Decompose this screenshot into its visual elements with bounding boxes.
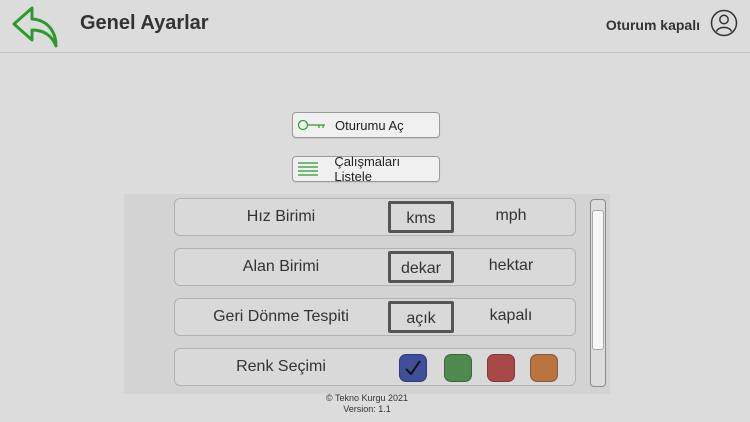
user-icon[interactable] [710, 9, 738, 37]
open-session-button[interactable]: Oturumu Aç [292, 112, 440, 138]
area-unit-label: Alan Birimi [242, 258, 320, 275]
copyright-text: © Tekno Kurgu 2021 [325, 393, 409, 403]
back-button[interactable] [10, 4, 62, 50]
reverse-detection-row: Geri Dönme Tespiti açık kapalı [174, 298, 576, 336]
reverse-option-off[interactable]: kapalı [467, 301, 555, 333]
color-swatch-orange[interactable] [530, 354, 558, 382]
top-bar: Genel Ayarlar Oturum kapalı [0, 0, 750, 53]
list-icon [297, 161, 326, 177]
scrollbar-thumb[interactable] [592, 210, 604, 350]
speed-unit-row: Hız Birimi kms mph [174, 198, 576, 236]
speed-option-mph[interactable]: mph [467, 201, 555, 233]
back-arrow-icon [12, 6, 58, 48]
color-swatch-blue[interactable] [399, 354, 427, 382]
color-swatch-red[interactable] [487, 354, 515, 382]
color-swatch-green[interactable] [444, 354, 472, 382]
session-status: Oturum kapalı [605, 17, 700, 33]
reverse-detection-label: Geri Dönme Tespiti [213, 308, 349, 325]
speed-option-kms[interactable]: kms [388, 201, 454, 233]
area-option-dekar[interactable]: dekar [388, 251, 454, 283]
checkmark-icon [405, 360, 421, 375]
version-text: Version: 1.1 [343, 404, 391, 414]
color-selection-row: Renk Seçimi [174, 348, 576, 386]
footer: © Tekno Kurgu 2021 Version: 1.1 [290, 393, 444, 415]
page-title: Genel Ayarlar [80, 12, 209, 34]
open-session-label: Oturumu Aç [335, 117, 404, 133]
list-works-button[interactable]: Çalışmaları Listele [292, 154, 440, 184]
list-works-label: Çalışmaları Listele [334, 154, 401, 184]
reverse-option-on[interactable]: açık [388, 301, 454, 333]
area-option-hektar[interactable]: hektar [467, 251, 555, 283]
color-selection-label: Renk Seçimi [236, 358, 326, 375]
key-icon [297, 117, 327, 133]
speed-unit-label: Hız Birimi [246, 208, 316, 225]
area-unit-row: Alan Birimi dekar hektar [174, 248, 576, 286]
scrollbar[interactable] [590, 199, 606, 387]
